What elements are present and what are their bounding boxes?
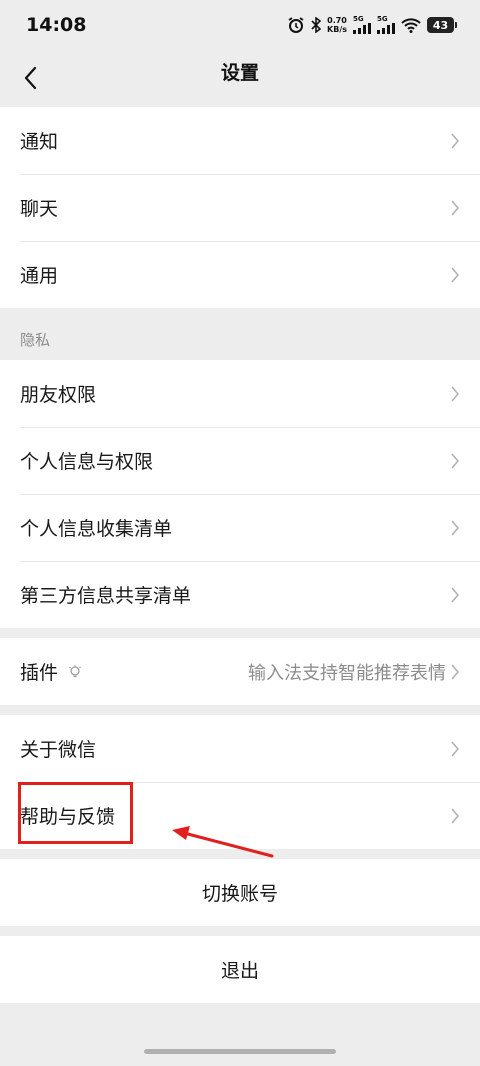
status-bar: 14:08 0.70 KB/s 5G 5G 43 xyxy=(0,0,480,50)
settings-item-label: 聊天 xyxy=(20,198,59,220)
net-speed: 0.70 KB/s xyxy=(327,16,347,34)
group-general: 通知 聊天 通用 xyxy=(0,107,480,308)
chevron-right-icon xyxy=(451,807,460,824)
settings-screen: 14:08 0.70 KB/s 5G 5G 43 设置 通知 聊天 通用 隐私 … xyxy=(0,0,480,1066)
signal-5g-2: 5G xyxy=(377,16,395,34)
chevron-right-icon xyxy=(451,266,460,283)
chevron-right-icon xyxy=(451,452,460,469)
settings-item-label: 个人信息收集清单 xyxy=(20,518,173,540)
settings-item-friend-permissions[interactable]: 朋友权限 xyxy=(0,360,480,427)
signal-icon xyxy=(353,23,371,34)
settings-item-personal-info-permissions[interactable]: 个人信息与权限 xyxy=(0,427,480,494)
group-logout: 退出 xyxy=(0,936,480,1003)
settings-item-label: 帮助与反馈 xyxy=(20,806,116,828)
chevron-right-icon xyxy=(451,586,460,603)
logout-button[interactable]: 退出 xyxy=(0,936,480,1003)
group-about: 关于微信 帮助与反馈 xyxy=(0,715,480,849)
signal-label: 5G xyxy=(377,15,388,23)
status-icons: 0.70 KB/s 5G 5G 43 xyxy=(287,16,457,34)
settings-item-label: 通用 xyxy=(20,265,59,287)
settings-item-label: 插件 xyxy=(20,662,59,684)
settings-item-label: 个人信息与权限 xyxy=(20,451,154,473)
page-title: 设置 xyxy=(220,62,259,84)
alarm-icon xyxy=(287,16,305,34)
home-indicator xyxy=(144,1049,336,1054)
chevron-right-icon xyxy=(451,663,460,680)
battery-icon: 43 xyxy=(427,17,457,33)
chevron-right-icon xyxy=(451,132,460,149)
chevron-right-icon xyxy=(451,385,460,402)
bluetooth-icon xyxy=(311,17,322,33)
bulb-icon xyxy=(68,664,82,680)
settings-item-about-wechat[interactable]: 关于微信 xyxy=(0,715,480,782)
settings-item-label: 朋友权限 xyxy=(20,384,97,406)
settings-item-label: 关于微信 xyxy=(20,739,97,761)
net-speed-unit: KB/s xyxy=(327,25,347,34)
settings-item-chat[interactable]: 聊天 xyxy=(0,174,480,241)
chevron-right-icon xyxy=(451,199,460,216)
group-plugins: 插件 输入法支持智能推荐表情 xyxy=(0,638,480,705)
nav-bar: 设置 xyxy=(0,50,480,106)
settings-item-label: 通知 xyxy=(20,131,59,153)
section-label-privacy: 隐私 xyxy=(20,331,51,349)
settings-item-general[interactable]: 通用 xyxy=(0,241,480,308)
signal-5g-1: 5G xyxy=(353,16,371,34)
settings-item-personal-info-collection[interactable]: 个人信息收集清单 xyxy=(0,494,480,561)
plugins-value: 输入法支持智能推荐表情 xyxy=(248,662,446,684)
settings-item-third-party-sharing[interactable]: 第三方信息共享清单 xyxy=(0,561,480,628)
status-time: 14:08 xyxy=(26,14,87,36)
net-speed-value: 0.70 xyxy=(327,16,347,25)
wifi-icon xyxy=(401,17,421,33)
settings-item-help-feedback[interactable]: 帮助与反馈 xyxy=(0,782,480,849)
signal-label: 5G xyxy=(353,15,364,23)
settings-item-label: 第三方信息共享清单 xyxy=(20,585,192,607)
group-switch-account: 切换账号 xyxy=(0,859,480,926)
settings-item-plugins[interactable]: 插件 输入法支持智能推荐表情 xyxy=(0,638,480,705)
signal-icon xyxy=(377,23,395,34)
chevron-right-icon xyxy=(451,740,460,757)
settings-item-notifications[interactable]: 通知 xyxy=(0,107,480,174)
chevron-right-icon xyxy=(451,519,460,536)
group-privacy: 朋友权限 个人信息与权限 个人信息收集清单 第三方信息共享清单 xyxy=(0,360,480,628)
switch-account-button[interactable]: 切换账号 xyxy=(0,859,480,926)
